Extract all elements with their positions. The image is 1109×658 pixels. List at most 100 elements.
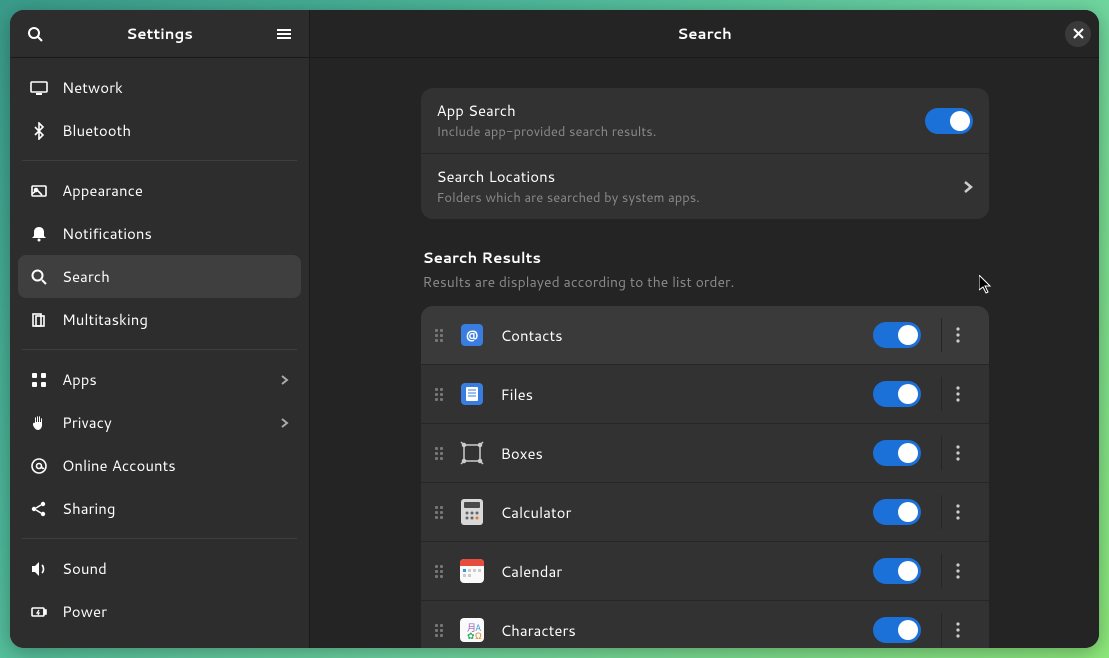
bluetooth-icon — [30, 122, 48, 140]
svg-text:✿: ✿ — [467, 629, 475, 642]
result-toggle[interactable] — [873, 381, 921, 407]
result-label: Characters — [501, 620, 859, 641]
sidebar-item-label: Notifications — [62, 223, 289, 244]
search-settings-card: App Search Include app-provided search r… — [421, 88, 989, 219]
chevron-right-icon — [963, 180, 973, 194]
sidebar-item-notifications[interactable]: Notifications — [18, 212, 301, 255]
result-row-boxes: Boxes — [421, 424, 989, 483]
menu-button[interactable] — [267, 17, 301, 51]
more-button[interactable] — [941, 377, 975, 411]
page-title: Search — [344, 23, 1065, 44]
sidebar-item-multitasking[interactable]: Multitasking — [18, 298, 301, 341]
sidebar-item-label: Bluetooth — [62, 120, 289, 141]
more-icon — [956, 386, 960, 402]
result-toggle[interactable] — [873, 499, 921, 525]
sidebar-item-privacy[interactable]: Privacy — [18, 401, 301, 444]
grid-icon — [30, 371, 48, 389]
sidebar-item-apps[interactable]: Apps — [18, 358, 301, 401]
more-icon — [956, 622, 960, 638]
sidebar-item-online-accounts[interactable]: Online Accounts — [18, 444, 301, 487]
result-toggle[interactable] — [873, 558, 921, 584]
calendar-app-icon — [457, 556, 487, 586]
more-button[interactable] — [941, 318, 975, 352]
sidebar-item-label: Multitasking — [62, 309, 289, 330]
result-row-characters: 月A✿Ω Characters — [421, 601, 989, 648]
search-button[interactable] — [18, 17, 52, 51]
sidebar-list: Network Bluetooth Appearance Notifications S… — [10, 58, 309, 648]
drag-handle[interactable] — [435, 388, 443, 401]
result-row-calendar: Calendar — [421, 542, 989, 601]
share-icon — [30, 500, 48, 518]
sidebar-item-label: Apps — [62, 369, 266, 390]
chevron-right-icon — [280, 417, 289, 429]
sidebar-item-label: Sharing — [62, 498, 289, 519]
result-toggle[interactable] — [873, 440, 921, 466]
result-label: Contacts — [501, 325, 859, 346]
drag-handle[interactable] — [435, 565, 443, 578]
sidebar-item-search[interactable]: Search — [18, 255, 301, 298]
more-button[interactable] — [941, 436, 975, 470]
svg-text:Ω: Ω — [475, 629, 482, 642]
search-icon — [30, 268, 48, 286]
result-label: Boxes — [501, 443, 859, 464]
more-icon — [956, 563, 960, 579]
more-button[interactable] — [941, 495, 975, 529]
result-toggle[interactable] — [873, 322, 921, 348]
sidebar-item-label: Power — [62, 601, 289, 622]
sidebar: Settings Network Bluetooth Appearance Notif… — [10, 10, 310, 648]
results-section-subtitle: Results are displayed according to the l… — [423, 272, 989, 292]
search-icon — [27, 26, 43, 42]
more-icon — [956, 327, 960, 343]
display-icon — [30, 79, 48, 97]
more-button[interactable] — [941, 613, 975, 647]
app-search-row: App Search Include app-provided search r… — [421, 88, 989, 154]
at-icon — [30, 457, 48, 475]
close-button[interactable] — [1065, 21, 1091, 47]
more-icon — [956, 504, 960, 520]
separator — [22, 160, 297, 161]
sidebar-item-network[interactable]: Network — [18, 66, 301, 109]
chars-app-icon: 月A✿Ω — [457, 615, 487, 645]
results-section-title: Search Results — [423, 247, 989, 268]
sidebar-header: Settings — [10, 10, 309, 58]
sidebar-item-label: Network — [62, 77, 289, 98]
main-header: Search — [310, 10, 1099, 58]
result-toggle[interactable] — [873, 617, 921, 643]
content: App Search Include app-provided search r… — [310, 58, 1099, 648]
sidebar-item-label: Search — [62, 266, 289, 287]
drag-handle[interactable] — [435, 329, 443, 342]
files-app-icon — [457, 379, 487, 409]
separator — [22, 538, 297, 539]
sidebar-item-power[interactable]: Power — [18, 590, 301, 633]
sidebar-item-label: Privacy — [62, 412, 266, 433]
search-locations-subtitle: Folders which are searched by system app… — [437, 189, 963, 207]
result-label: Calculator — [501, 502, 859, 523]
result-row-files: Files — [421, 365, 989, 424]
sidebar-title: Settings — [52, 23, 267, 44]
boxes-app-icon — [457, 438, 487, 468]
sidebar-item-sharing[interactable]: Sharing — [18, 487, 301, 530]
separator — [22, 349, 297, 350]
search-locations-row[interactable]: Search Locations Folders which are searc… — [421, 154, 989, 219]
result-row-contacts: @ Contacts — [421, 306, 989, 365]
svg-text:@: @ — [465, 326, 477, 343]
contacts-app-icon: @ — [457, 320, 487, 350]
multitask-icon — [30, 311, 48, 329]
search-locations-title: Search Locations — [437, 166, 963, 187]
result-label: Calendar — [501, 561, 859, 582]
more-icon — [956, 445, 960, 461]
sidebar-item-label: Appearance — [62, 180, 289, 201]
bell-icon — [30, 225, 48, 243]
close-icon — [1073, 28, 1084, 39]
app-search-toggle[interactable] — [925, 108, 973, 134]
drag-handle[interactable] — [435, 624, 443, 637]
chevron-right-icon — [280, 374, 289, 386]
hand-icon — [30, 414, 48, 432]
sidebar-item-bluetooth[interactable]: Bluetooth — [18, 109, 301, 152]
sidebar-item-sound[interactable]: Sound — [18, 547, 301, 590]
drag-handle[interactable] — [435, 447, 443, 460]
more-button[interactable] — [941, 554, 975, 588]
sidebar-item-appearance[interactable]: Appearance — [18, 169, 301, 212]
drag-handle[interactable] — [435, 506, 443, 519]
sound-icon — [30, 560, 48, 578]
